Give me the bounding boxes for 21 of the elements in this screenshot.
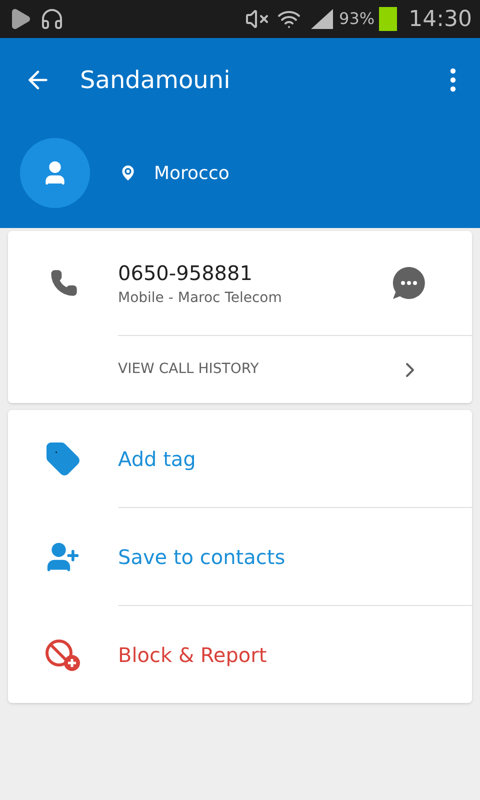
battery-percent: 93% bbox=[339, 8, 375, 30]
phone-number: 0650-958881 bbox=[118, 260, 254, 286]
battery-icon bbox=[378, 7, 397, 31]
block-icon bbox=[44, 638, 82, 672]
message-button[interactable] bbox=[392, 266, 426, 300]
action-item[interactable]: Add tag bbox=[8, 410, 472, 507]
action-item[interactable]: Block & Report bbox=[8, 606, 472, 703]
view-call-history-link[interactable]: VIEW CALL HISTORY bbox=[118, 336, 422, 403]
mute-icon bbox=[245, 7, 270, 31]
phone-type: Mobile - Maroc Telecom bbox=[118, 288, 283, 308]
signal-icon bbox=[309, 7, 336, 31]
more-options-button[interactable] bbox=[450, 68, 456, 92]
action-item[interactable]: Save to contacts bbox=[8, 508, 472, 605]
location: Morocco bbox=[154, 162, 230, 186]
tag-icon bbox=[45, 440, 81, 476]
contact-name: Sandamouni bbox=[80, 65, 232, 96]
more-icon bbox=[450, 68, 456, 92]
chat-bubble-icon bbox=[392, 266, 426, 300]
phone-icon bbox=[50, 269, 78, 297]
headphones-icon bbox=[40, 7, 64, 31]
clock: 14:30 bbox=[408, 6, 472, 34]
